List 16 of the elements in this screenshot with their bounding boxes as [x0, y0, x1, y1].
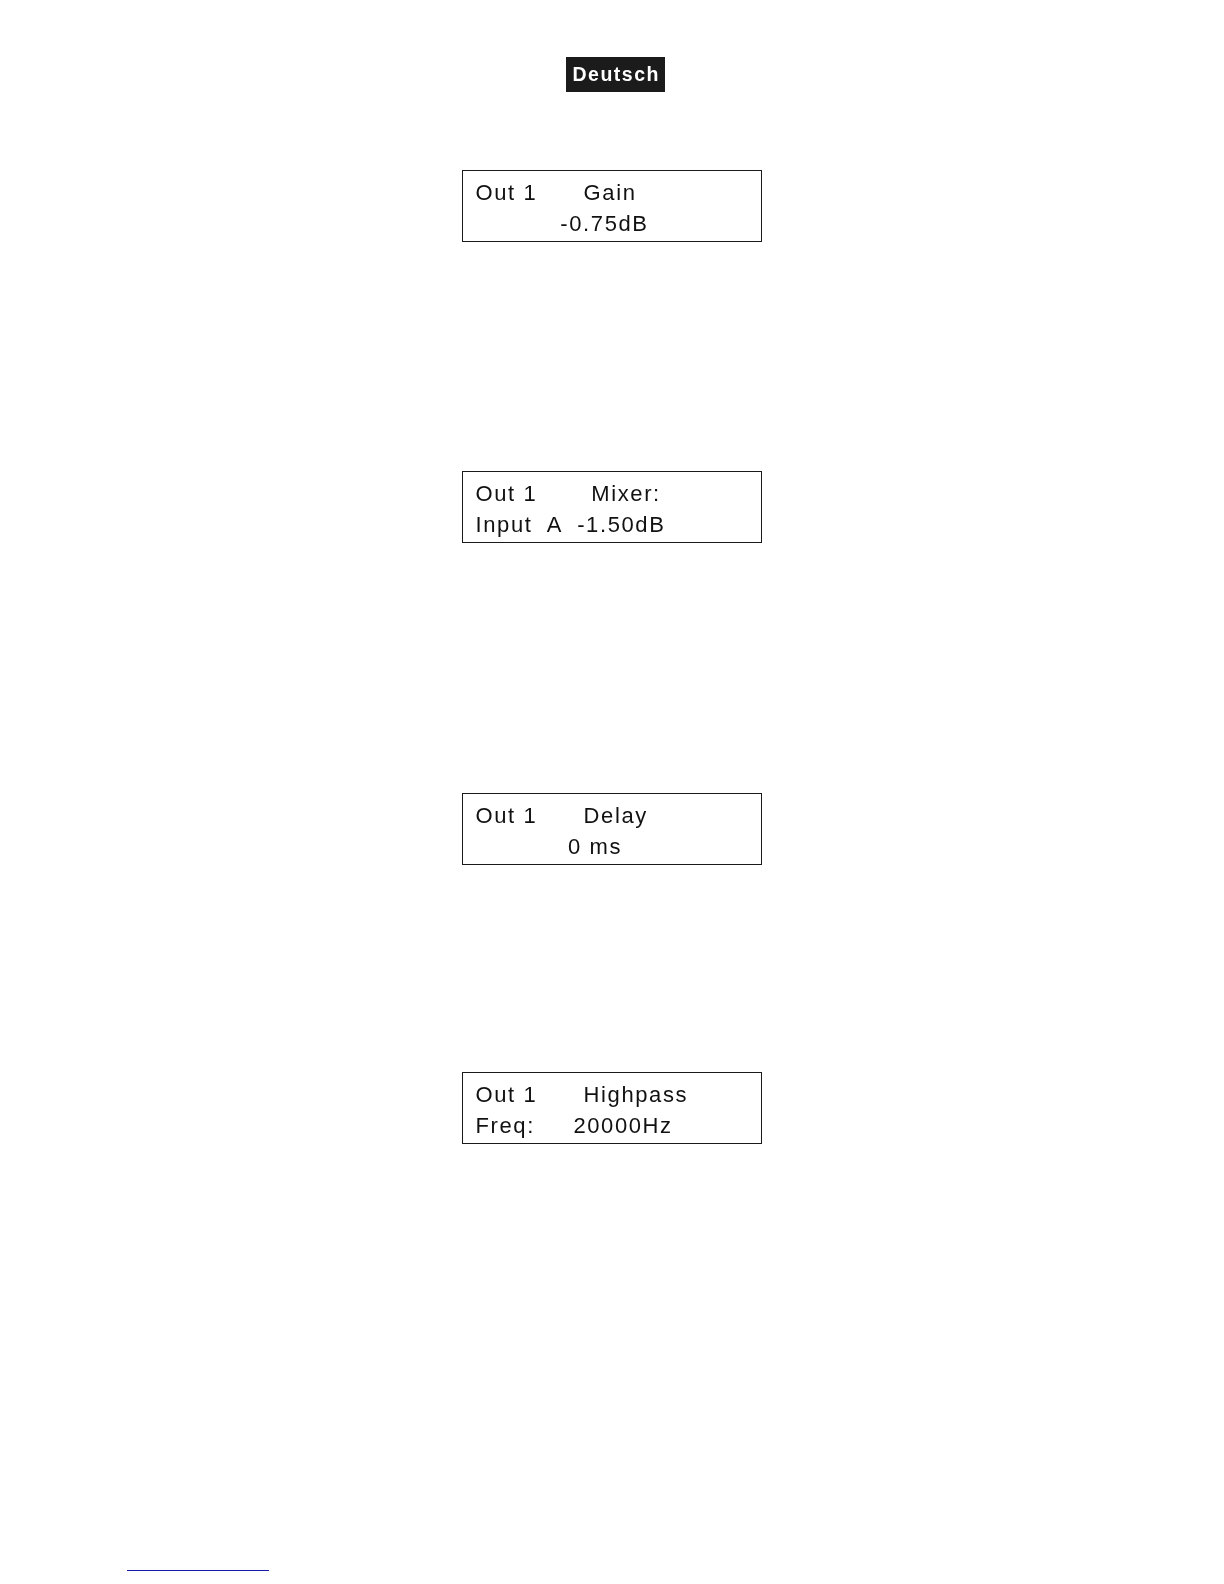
display-text: -1.50dB	[577, 512, 666, 538]
display-text: Delay	[583, 803, 648, 829]
display-text: Out 1	[475, 180, 538, 206]
language-label: Deutsch	[566, 57, 665, 92]
display-text: 20000Hz	[573, 1113, 673, 1139]
display-text: A	[546, 512, 562, 538]
display-text: Freq:	[475, 1113, 535, 1139]
display-text: Gain	[583, 180, 637, 206]
display-text: Out 1	[475, 481, 538, 507]
display-text: -0.75dB	[560, 211, 649, 237]
display-text: Input	[475, 512, 533, 538]
display-text: Mixer:	[591, 481, 661, 507]
display-text: Out 1	[475, 803, 538, 829]
display-text: 0 ms	[568, 834, 623, 860]
display-text: Highpass	[583, 1082, 689, 1108]
display-text: Out 1	[475, 1082, 538, 1108]
